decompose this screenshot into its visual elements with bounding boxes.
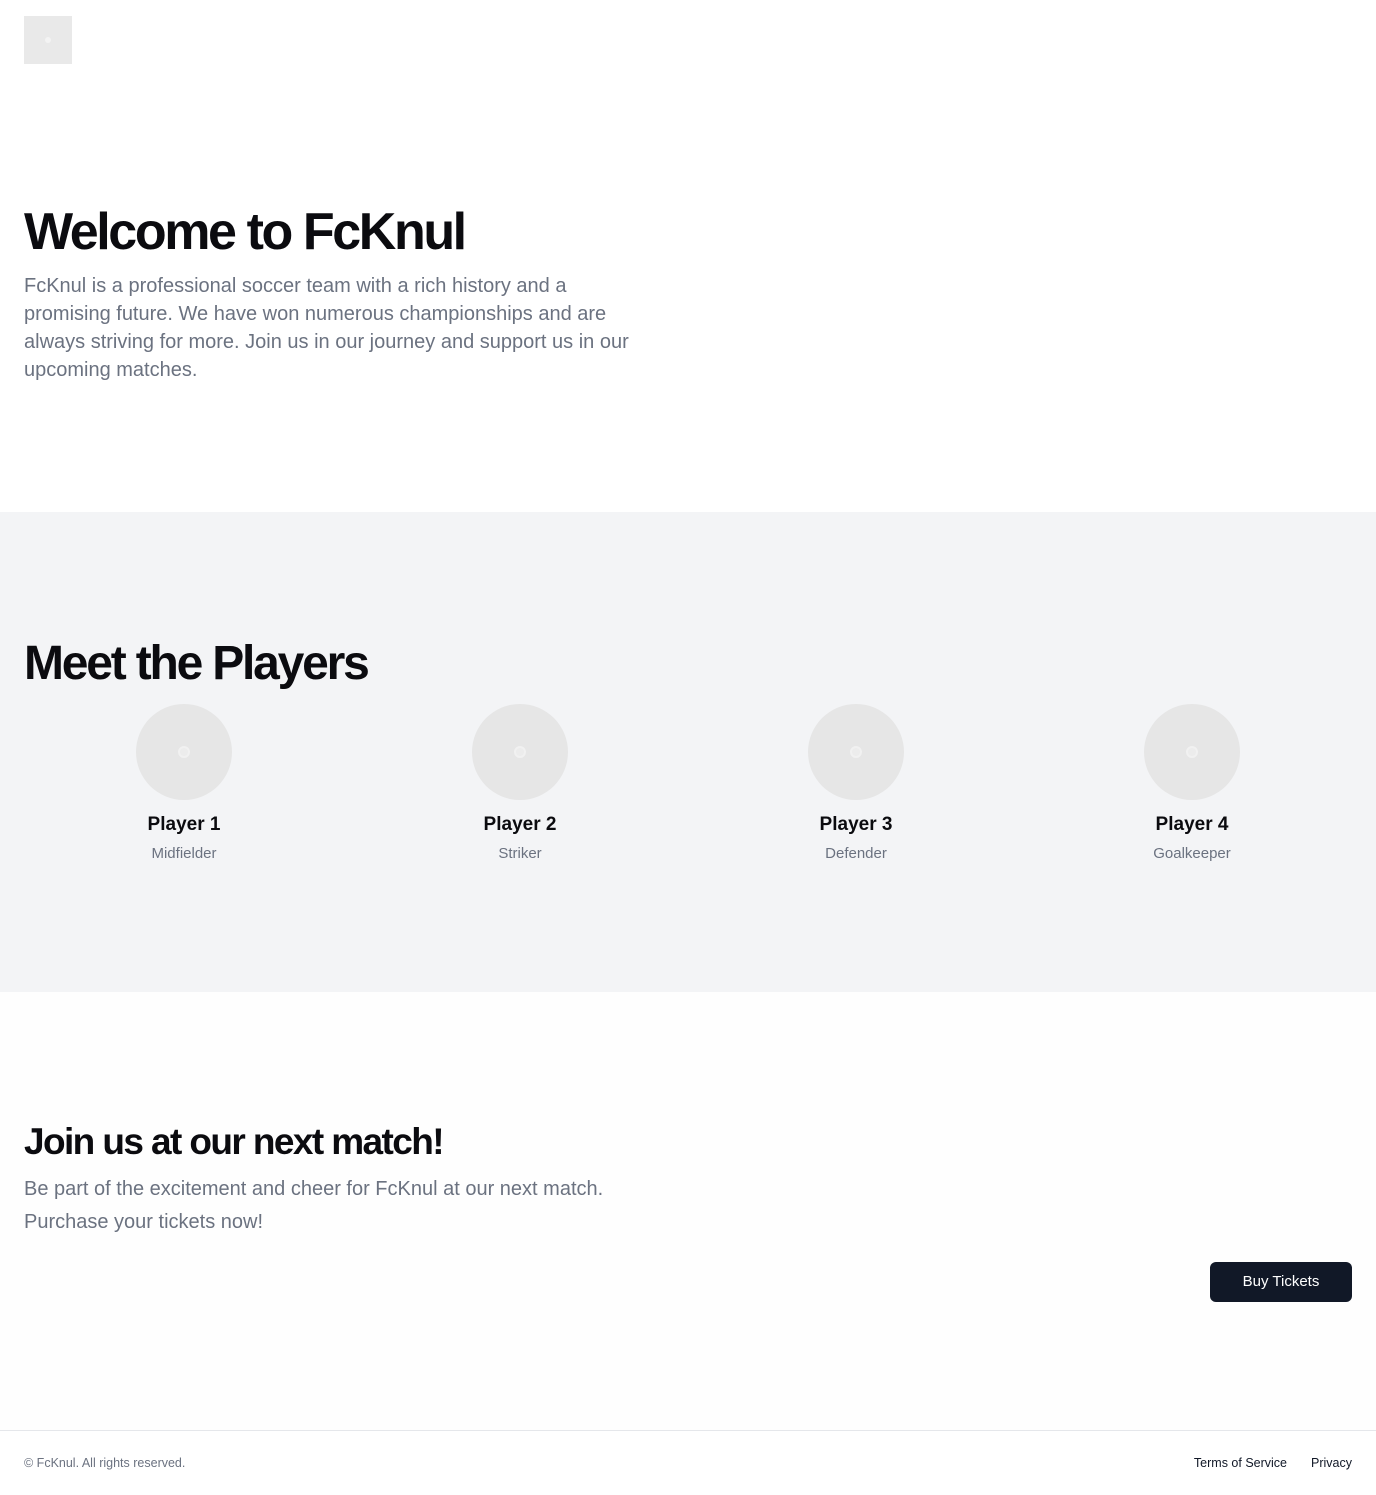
- player-position: Striker: [498, 845, 542, 862]
- match-title: Join us at our next match!: [24, 1121, 445, 1162]
- player-name: Player 3: [819, 814, 893, 835]
- footer-nav: Terms of Service Privacy: [1194, 1455, 1352, 1471]
- player-card: Player 3 Defender: [696, 704, 1016, 874]
- placeholder-image-icon: [178, 746, 190, 758]
- player-card: Player 1 Midfielder: [24, 704, 344, 874]
- site-footer: © FcKnul. All rights reserved. Terms of …: [0, 1430, 1376, 1495]
- placeholder-image-icon: [850, 746, 862, 758]
- player-card: Player 2 Striker: [360, 704, 680, 874]
- avatar: [1144, 704, 1240, 800]
- buy-tickets-button[interactable]: Buy Tickets: [1210, 1262, 1352, 1302]
- match-description: Be part of the excitement and cheer for …: [24, 1178, 604, 1233]
- hero-section: Welcome to FcKnul FcKnul is a profession…: [0, 80, 1376, 512]
- player-card: Player 4 Goalkeeper: [1032, 704, 1352, 874]
- avatar: [472, 704, 568, 800]
- players-title: Meet the Players: [24, 637, 370, 690]
- player-name: Player 4: [1155, 814, 1229, 835]
- placeholder-image-icon: [514, 746, 526, 758]
- placeholder-image-icon: [1186, 746, 1198, 758]
- logo[interactable]: [24, 16, 72, 64]
- player-position: Midfielder: [151, 845, 217, 862]
- privacy-link[interactable]: Privacy: [1311, 1455, 1352, 1471]
- players-section: Meet the Players Player 1 Midfielder Pla…: [0, 512, 1376, 992]
- copyright-text: © FcKnul. All rights reserved.: [24, 1456, 186, 1470]
- hero-description: FcKnul is a professional soccer team wit…: [24, 275, 629, 381]
- player-name: Player 1: [147, 814, 221, 835]
- player-position: Goalkeeper: [1153, 845, 1231, 862]
- match-section: Join us at our next match! Be part of th…: [0, 992, 1376, 1430]
- hero-title: Welcome to FcKnul: [24, 203, 467, 261]
- avatar: [808, 704, 904, 800]
- placeholder-image-icon: [45, 37, 51, 43]
- terms-of-service-link[interactable]: Terms of Service: [1194, 1455, 1287, 1471]
- page: Welcome to FcKnul FcKnul is a profession…: [0, 0, 1376, 1495]
- avatar: [136, 704, 232, 800]
- player-name: Player 2: [483, 814, 557, 835]
- site-header: [0, 0, 1376, 80]
- player-position: Defender: [825, 845, 887, 862]
